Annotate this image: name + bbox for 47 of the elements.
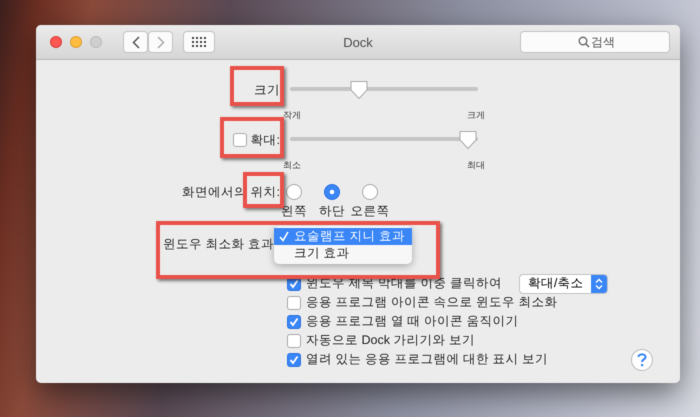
minimize-effect-label: 윈도우 최소화 효과 (163, 236, 274, 252)
menu-item[interactable]: 크기 효과 (274, 245, 412, 262)
tick-label: 최소 (283, 159, 301, 172)
up-down-arrows-icon (595, 278, 604, 290)
show-all-button[interactable] (183, 31, 215, 53)
search-field[interactable]: 검색 (520, 31, 670, 53)
tick-label: 크게 (467, 109, 485, 122)
option-label: 응용 프로그램 아이콘 속으로 윈도우 최소화 (306, 294, 558, 311)
action-popup-button[interactable]: 확대/축소 (518, 274, 608, 294)
zoom-button[interactable] (90, 36, 102, 48)
annotation-box (243, 172, 284, 208)
close-button[interactable] (50, 36, 62, 48)
minimize-button[interactable] (70, 36, 82, 48)
checkmark-icon (279, 231, 289, 242)
option-label: 응용 프로그램 열 때 아이콘 움직이기 (306, 313, 518, 330)
chevron-left-icon (132, 36, 140, 48)
checkbox[interactable] (287, 352, 301, 366)
radio-label: 왼쪽 (281, 203, 307, 220)
back-button[interactable] (123, 31, 148, 53)
menu-item[interactable]: 요술램프 지니 효과 (274, 228, 412, 245)
tick-label: 최대 (467, 159, 485, 172)
size-label: 크기 (254, 82, 280, 98)
magnification-label: 확대: (250, 132, 280, 148)
help-button[interactable] (631, 348, 653, 370)
annotation-box (230, 66, 284, 106)
checkbox[interactable] (287, 314, 301, 328)
window-title: Dock (342, 34, 374, 50)
magnification-checkbox[interactable] (232, 133, 247, 147)
slider-thumb[interactable] (348, 80, 369, 100)
chevron-right-icon (156, 36, 164, 48)
option-label: 열려 있는 응용 프로그램에 대한 표시 보기 (306, 351, 548, 368)
slider-thumb[interactable] (458, 130, 478, 150)
question-mark-icon (637, 352, 647, 366)
radio-label: 오른쪽 (350, 203, 390, 220)
size-slider[interactable] (290, 80, 478, 100)
tick-label: 작게 (283, 109, 301, 122)
radio-button[interactable] (286, 184, 302, 200)
checkbox[interactable] (287, 334, 301, 348)
magnification-slider[interactable] (290, 130, 478, 150)
checkbox[interactable] (287, 296, 301, 310)
grid-icon (192, 37, 206, 47)
search-icon (578, 36, 590, 48)
radio-label: 하단 (319, 203, 345, 220)
annotation-box (220, 117, 284, 158)
option-label: 자동으로 Dock 가리기와 보기 (306, 332, 475, 349)
radio-button[interactable] (362, 184, 378, 200)
radio-button[interactable] (324, 184, 340, 200)
